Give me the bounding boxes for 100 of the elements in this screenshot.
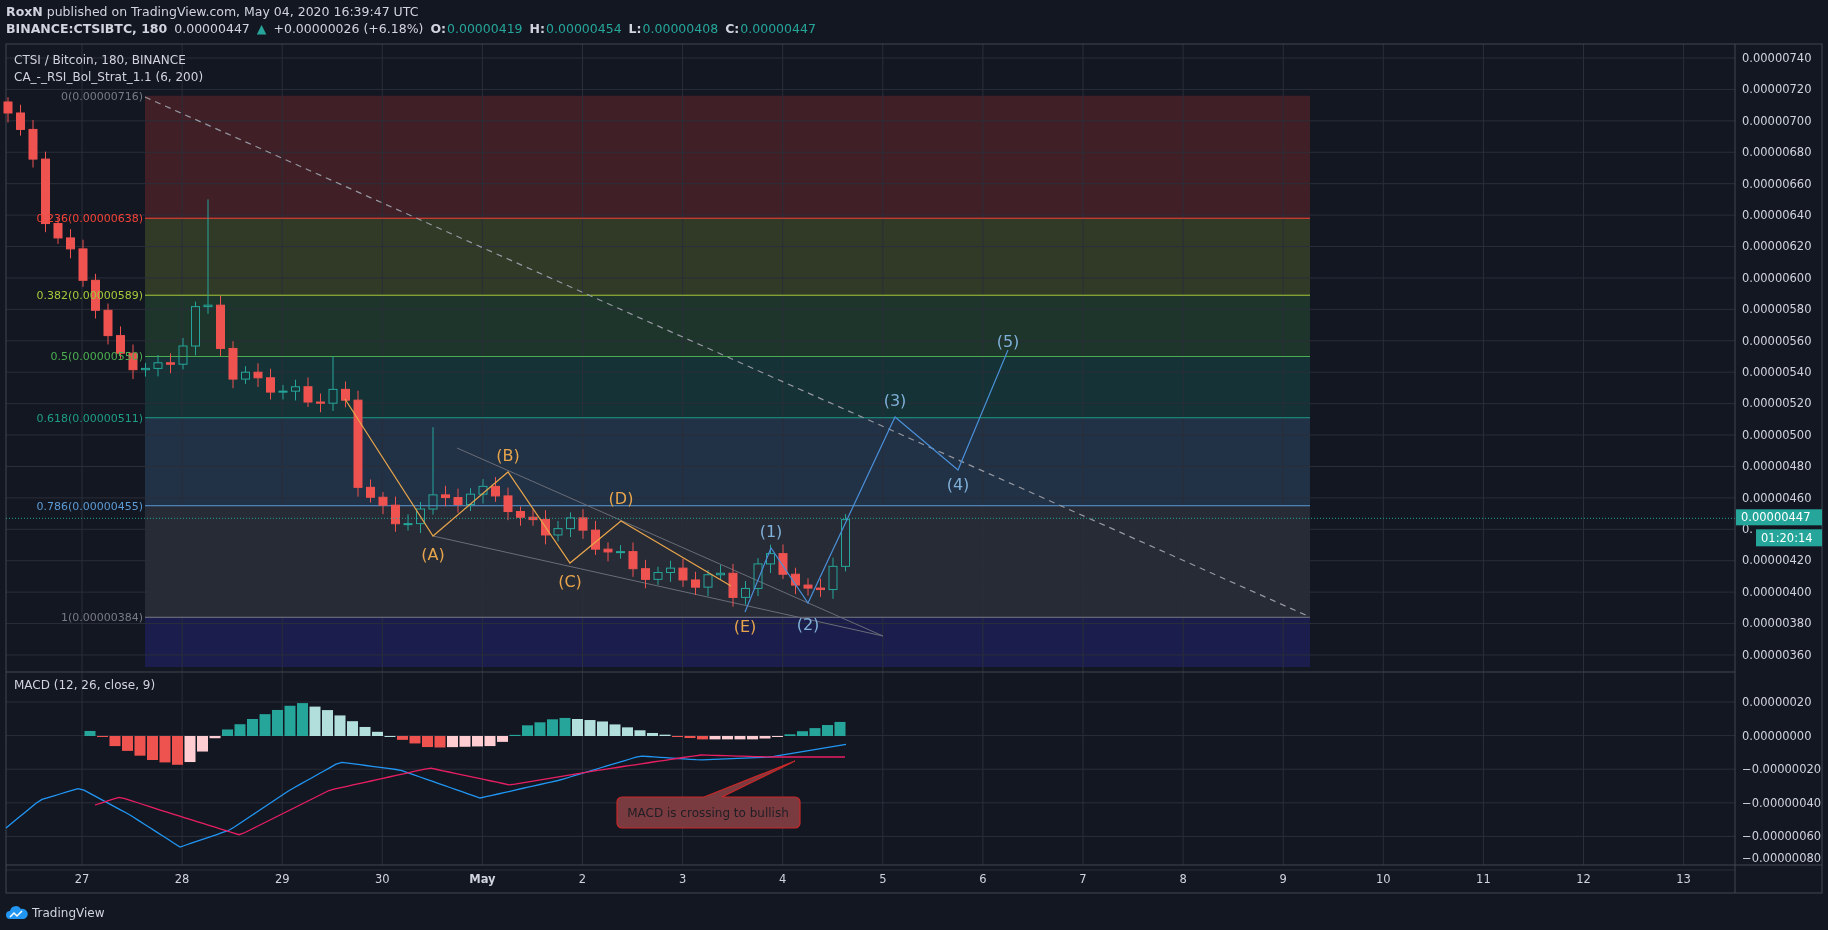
candle bbox=[528, 508, 538, 527]
time-axis-label: 8 bbox=[1179, 872, 1187, 886]
time-axis-label: 6 bbox=[979, 872, 987, 886]
candle bbox=[166, 352, 175, 374]
candle bbox=[141, 362, 150, 378]
candle bbox=[241, 365, 250, 385]
candle bbox=[553, 520, 563, 542]
candle bbox=[753, 557, 763, 597]
time-axis-label: 3 bbox=[678, 872, 687, 886]
candle bbox=[378, 491, 388, 515]
histogram-bar bbox=[122, 736, 133, 751]
histogram-bar bbox=[434, 736, 446, 748]
candle bbox=[491, 476, 500, 503]
candle bbox=[591, 520, 600, 556]
histogram-bar bbox=[172, 736, 183, 765]
macd-title: MACD (12, 26, close, 9) bbox=[14, 678, 156, 692]
price-axis-label: 0.00000580 bbox=[1742, 302, 1812, 317]
ohlc-label: H: bbox=[529, 21, 546, 36]
candle bbox=[228, 340, 238, 389]
wave-label: (B) bbox=[496, 446, 520, 465]
macd-axis-label: 0.00000000 bbox=[1742, 728, 1812, 743]
candle bbox=[278, 384, 288, 400]
histogram-bar bbox=[447, 736, 458, 748]
ohlc-label: L: bbox=[628, 21, 642, 36]
annotation-text: MACD is crossing to bullish bbox=[627, 806, 789, 820]
histogram-bar bbox=[272, 709, 283, 736]
ohlc-label: O: bbox=[430, 21, 446, 36]
last-price: 0.00000447 bbox=[174, 21, 250, 36]
candle bbox=[641, 559, 650, 589]
candle bbox=[453, 488, 463, 514]
candle bbox=[416, 501, 425, 534]
price-change: +0.00000026 (+6.18%) bbox=[273, 21, 424, 36]
candle bbox=[3, 96, 13, 123]
candle bbox=[66, 228, 75, 259]
countdown-tag: 01:20:14 bbox=[1756, 529, 1822, 547]
histogram-bar bbox=[834, 721, 846, 736]
macd-axis-label: −0.00000060 bbox=[1742, 829, 1822, 844]
candle bbox=[478, 478, 488, 505]
price-axis-label: 0.00000540 bbox=[1742, 365, 1812, 379]
candle bbox=[816, 578, 825, 598]
time-axis-label: 13 bbox=[1676, 872, 1691, 886]
histogram-bar bbox=[309, 706, 321, 736]
price-axis-label: 0.00000740 bbox=[1742, 51, 1812, 65]
price-axis-label: 0.00000600 bbox=[1742, 270, 1812, 285]
time-axis-label: 11 bbox=[1476, 872, 1491, 886]
macd-axis-label: −0.00000040 bbox=[1742, 795, 1822, 810]
candle bbox=[503, 487, 513, 521]
candle bbox=[803, 577, 813, 597]
candle bbox=[716, 564, 725, 581]
symbol-title: BINANCE:CTSIBTC, 180 bbox=[6, 21, 168, 36]
publish-info: RoxN published on TradingView.com, May 04, 2020 16:39:47 UTC bbox=[6, 4, 419, 19]
brand-name: TradingView bbox=[32, 905, 105, 920]
histogram-bar bbox=[334, 715, 346, 736]
candle bbox=[403, 513, 413, 532]
candle bbox=[666, 560, 675, 583]
time-axis-label: 9 bbox=[1279, 872, 1287, 886]
time-axis-label: 29 bbox=[274, 872, 290, 886]
last-price-tag: 0.00000447 bbox=[1736, 509, 1822, 526]
price-axis-label: 0.00000400 bbox=[1742, 584, 1812, 599]
candle bbox=[216, 295, 225, 357]
candle bbox=[778, 543, 788, 580]
wave-label: (A) bbox=[421, 545, 445, 564]
macd-axis-label: 0.00000020 bbox=[1742, 695, 1812, 709]
price-axis-label: 0.00000500 bbox=[1742, 427, 1812, 442]
price-axis-label: 0.00000680 bbox=[1742, 145, 1812, 160]
candle bbox=[566, 511, 575, 538]
price-axis-label: 0.00000460 bbox=[1742, 490, 1812, 505]
histogram-bar bbox=[322, 710, 333, 736]
candle bbox=[791, 567, 800, 595]
fib-level-label: 1(0.00000384) bbox=[60, 611, 143, 625]
price-axis-label: 0.00000620 bbox=[1742, 239, 1812, 254]
candle bbox=[103, 303, 113, 345]
candle bbox=[466, 487, 475, 512]
histogram-bar bbox=[584, 720, 596, 736]
ohlc-value: 0.00000419 bbox=[447, 21, 523, 36]
fib-level-label: 0(0.00000716) bbox=[60, 89, 143, 103]
histogram-bar bbox=[297, 703, 308, 736]
chart-title: CTSI / Bitcoin, 180, BINANCE bbox=[14, 53, 186, 67]
candle bbox=[516, 506, 525, 527]
histogram-bar bbox=[472, 736, 483, 747]
wave-label: (2) bbox=[796, 615, 820, 634]
candle bbox=[628, 541, 638, 578]
price-axis-label: 0.00000380 bbox=[1742, 616, 1812, 631]
candle bbox=[653, 566, 663, 586]
candle bbox=[341, 381, 350, 408]
candle bbox=[678, 558, 688, 588]
candle bbox=[153, 354, 163, 377]
fib-level-label: 0.786(0.00000455) bbox=[36, 499, 143, 513]
ohlc-value: 0.00000454 bbox=[546, 21, 622, 36]
histogram-bar bbox=[159, 736, 171, 763]
histogram-bar bbox=[547, 719, 558, 736]
candle bbox=[266, 368, 275, 401]
histogram-bar bbox=[134, 736, 146, 756]
candle bbox=[691, 571, 700, 596]
candle bbox=[303, 376, 313, 408]
candle bbox=[441, 485, 450, 507]
candle bbox=[291, 379, 300, 401]
time-axis-label: 5 bbox=[879, 872, 887, 886]
histogram-bar bbox=[559, 717, 571, 736]
candle bbox=[28, 119, 38, 169]
